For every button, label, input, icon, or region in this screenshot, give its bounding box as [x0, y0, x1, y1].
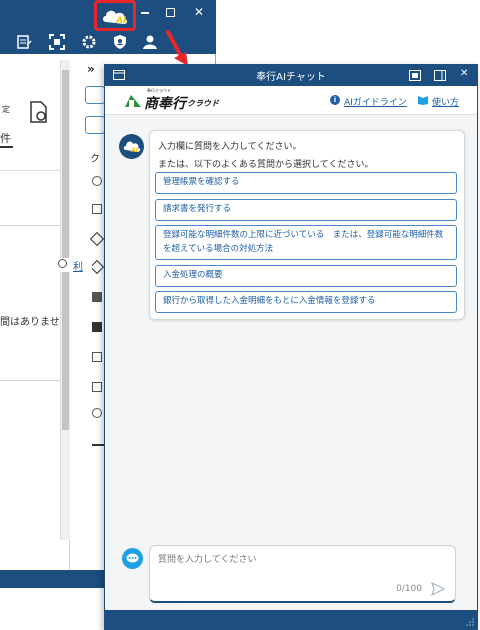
box-icon[interactable]: [92, 204, 102, 214]
tag-icon[interactable]: [89, 259, 105, 275]
greeting-text: 入力欄に質問を入力してください。: [158, 142, 302, 152]
user-icon[interactable]: [142, 34, 158, 50]
bot-message: 入力欄に質問を入力してください。 または、以下のよくある質問から選択してください…: [149, 130, 465, 320]
chart-icon[interactable]: [92, 438, 104, 446]
faq-button[interactable]: 銀行から取得した入金明細をもとに入金情報を登録する: [155, 291, 457, 313]
faq-button[interactable]: 入金処理の概要: [155, 265, 457, 287]
popout-icon[interactable]: [409, 70, 421, 81]
cloud-ai-icon: AI: [123, 141, 141, 154]
fullscreen-icon[interactable]: [49, 34, 65, 50]
input-placeholder: 質問を入力してください: [158, 555, 257, 565]
person-gear-icon[interactable]: [92, 408, 102, 418]
chat-messages: AI 入力欄に質問を入力してください。 または、以下のよくある質問から選択してく…: [105, 115, 477, 540]
chat-input-area: 質問を入力してください 0/100: [105, 540, 477, 610]
chat-header: 奉行クラウド 商奉行 クラウド i AIガイドライン 使い方: [105, 86, 477, 115]
minimize-icon[interactable]: [141, 12, 149, 14]
document-icon[interactable]: [92, 292, 102, 302]
side-button[interactable]: [85, 116, 105, 134]
tab-label[interactable]: 件: [0, 130, 13, 148]
message-text: 間はありませ: [0, 317, 60, 328]
pointer-arrow-icon: [166, 30, 188, 66]
chat-footer: [105, 610, 477, 629]
shield-user-icon[interactable]: [112, 34, 128, 50]
usage-link[interactable]: 利: [73, 258, 83, 273]
logo-suffix-text: クラウド: [187, 99, 219, 108]
close-icon[interactable]: ✕: [460, 68, 468, 79]
info-icon: i: [330, 95, 340, 105]
ai-chat-button[interactable]: AI: [94, 0, 136, 31]
gear-icon[interactable]: [81, 34, 97, 50]
app-statusbar: [0, 570, 104, 588]
person-small-icon: [58, 259, 67, 268]
scrollbar[interactable]: [60, 60, 70, 540]
char-counter: 0/100: [396, 584, 422, 594]
question-input[interactable]: 質問を入力してください 0/100: [149, 545, 456, 603]
person-icon[interactable]: [92, 176, 102, 186]
report-icon[interactable]: [16, 34, 32, 50]
ai-label: AI: [116, 16, 127, 26]
prompt-text: または、以下のよくある質問から選択してください。: [158, 160, 374, 170]
expand-icon[interactable]: »: [87, 62, 95, 76]
send-icon[interactable]: [431, 582, 445, 596]
side-button[interactable]: [85, 86, 105, 104]
how-to-use-link[interactable]: 使い方: [432, 95, 459, 108]
faq-button[interactable]: 請求書を発行する: [155, 199, 457, 221]
svg-text:AI: AI: [130, 147, 139, 154]
calculator-icon[interactable]: [92, 352, 102, 362]
faq-button[interactable]: 管理帳票を確認する: [155, 172, 457, 194]
ai-chat-window: 奉行AIチャット ✕ 奉行クラウド 商奉行 クラウド i AIガイドライン 使い…: [104, 64, 478, 630]
logo-mark-icon: [125, 95, 141, 107]
link-area: 利: [58, 258, 92, 273]
chat-bubble-icon: [122, 548, 143, 569]
calculator-icon[interactable]: [92, 382, 102, 392]
pane-area: [0, 380, 60, 540]
chat-title: 奉行AIチャット: [256, 72, 326, 83]
help-book-icon: [418, 96, 428, 105]
resize-grip-icon[interactable]: [466, 618, 474, 626]
building-icon[interactable]: [92, 322, 102, 332]
maximize-icon[interactable]: [166, 8, 175, 17]
chat-titlebar: 奉行AIチャット ✕: [105, 65, 477, 86]
faq-button[interactable]: 登録可能な明細件数の上限に近づいている または、登録可能な明細件数を超えている場…: [155, 225, 457, 260]
close-icon[interactable]: ✕: [194, 5, 204, 19]
pane-text: 定: [2, 105, 10, 114]
logo-main-text: 商奉行: [144, 96, 186, 112]
side-label: ク: [90, 154, 100, 165]
bot-avatar: AI: [119, 134, 144, 159]
scrollbar-thumb[interactable]: [62, 70, 69, 430]
tag-icon[interactable]: [89, 231, 105, 247]
maximize-icon[interactable]: [434, 70, 446, 81]
document-refresh-icon[interactable]: [28, 100, 50, 124]
ai-guideline-link[interactable]: AIガイドライン: [344, 95, 407, 108]
